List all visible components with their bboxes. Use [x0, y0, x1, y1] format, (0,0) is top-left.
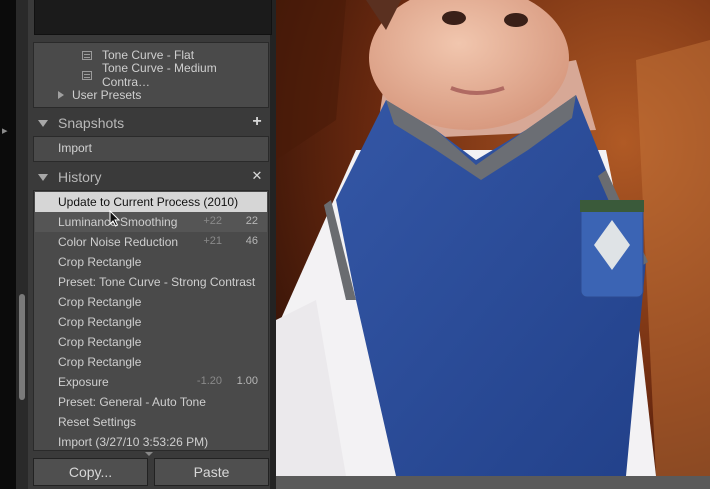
navigator-preview [34, 0, 272, 35]
history-item-value: 46 [245, 235, 258, 247]
scrollbar-thumb[interactable] [19, 294, 25, 400]
history-item-value: 22 [245, 215, 258, 227]
history-item[interactable]: Crop Rectangle [35, 252, 267, 272]
close-icon[interactable]: ✕ [250, 169, 264, 183]
history-item-label: Import (3/27/10 3:53:26 PM) [58, 435, 209, 449]
history-item-value: 1.00 [236, 375, 258, 387]
snapshots-title: Snapshots [58, 115, 125, 131]
left-panel-toggle-strip[interactable]: ▸ [0, 0, 16, 489]
disclosure-triangle-icon[interactable] [58, 91, 64, 99]
paste-button[interactable]: Paste [154, 458, 269, 486]
history-item-label: Crop Rectangle [58, 315, 142, 329]
collapse-triangle-icon[interactable] [38, 119, 48, 127]
preset-folder-label: User Presets [72, 88, 142, 102]
history-item[interactable]: Preset: Tone Curve - Strong Contrast [35, 272, 267, 292]
history-item-label: Exposure [58, 375, 109, 389]
history-item-label: Crop Rectangle [58, 355, 142, 369]
preset-item[interactable]: Tone Curve - Medium Contra… [34, 61, 268, 89]
history-item[interactable]: Color Noise Reduction +21 46 [35, 232, 267, 252]
expand-arrow-icon[interactable]: ▸ [2, 124, 8, 137]
history-item[interactable]: Crop Rectangle [35, 352, 267, 372]
preset-icon [82, 70, 92, 80]
history-item[interactable]: Update to Current Process (2010) [35, 192, 267, 212]
preset-folder-user-presets[interactable]: User Presets [34, 85, 268, 105]
snapshots-list: Import [33, 136, 269, 162]
history-item-label: Update to Current Process (2010) [58, 195, 239, 209]
photo-image [276, 0, 710, 476]
history-item-delta: +21 [203, 235, 222, 247]
history-item-label: Crop Rectangle [58, 255, 142, 269]
history-item-label: Reset Settings [58, 415, 137, 429]
history-header[interactable]: History ✕ [28, 165, 270, 189]
filmstrip-edge [276, 476, 710, 489]
history-item[interactable]: Preset: General - Auto Tone [35, 392, 267, 412]
presets-list: Tone Curve - Flat Tone Curve - Medium Co… [33, 42, 269, 108]
history-item-label: Preset: Tone Curve - Strong Contrast [58, 275, 256, 289]
snapshot-item[interactable]: Import [58, 141, 92, 155]
mouse-cursor-icon [109, 210, 121, 227]
photo-preview[interactable] [276, 0, 710, 476]
panel-scrollbar[interactable] [16, 0, 28, 489]
panel-resize-grip-icon[interactable] [145, 452, 153, 456]
history-list: Update to Current Process (2010) Luminan… [33, 190, 269, 451]
history-item-label: Crop Rectangle [58, 335, 142, 349]
history-title: History [58, 169, 102, 185]
history-item[interactable]: Exposure -1.20 1.00 [35, 372, 267, 392]
history-item-delta: +22 [203, 215, 222, 227]
snapshots-header[interactable]: Snapshots + [28, 111, 270, 135]
history-item[interactable]: Crop Rectangle [35, 292, 267, 312]
history-item[interactable]: Luminance Smoothing +22 22 [35, 212, 267, 232]
preset-label: Tone Curve - Flat [102, 48, 195, 62]
history-item[interactable]: Crop Rectangle [35, 332, 267, 352]
copy-button[interactable]: Copy... [33, 458, 148, 486]
preset-icon [82, 50, 92, 60]
history-item-label: Preset: General - Auto Tone [58, 395, 206, 409]
history-item[interactable]: Crop Rectangle [35, 312, 267, 332]
history-item-label: Crop Rectangle [58, 295, 142, 309]
history-item[interactable]: Reset Settings [35, 412, 267, 432]
history-item-delta: -1.20 [196, 375, 222, 387]
history-item[interactable]: Import (3/27/10 3:53:26 PM) [35, 432, 267, 452]
collapse-triangle-icon[interactable] [38, 173, 48, 181]
plus-icon[interactable]: + [250, 114, 264, 130]
history-item-label: Color Noise Reduction [58, 235, 179, 249]
